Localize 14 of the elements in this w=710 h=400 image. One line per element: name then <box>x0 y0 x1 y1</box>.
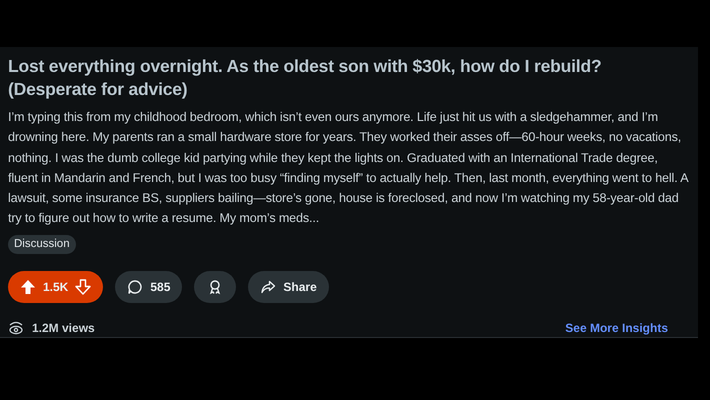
upvote-icon[interactable] <box>20 278 36 295</box>
share-icon <box>260 278 276 295</box>
flair-tag[interactable]: Discussion <box>8 234 76 254</box>
comment-icon <box>127 278 144 295</box>
award-button[interactable] <box>194 270 236 303</box>
post-body: I’m typing this from my childhood bedroom, which isn’t even ours anymore. Life just hit us with a sledgehammer, and I’m drowning here. My parents ran a small hardware store for years. They worked their asses off—60-hour weeks, no vacations, nothing. I was the dumb college kid partying while they kept the lights on. Graduated with an International Trade degree, fluent in Mandarin and French, but I was too busy “finding myself” to actually help. Then, last month, everything went to hell. A lawsuit, some insurance BS, suppliers bailing—store’s gone, house is foreclosed, and now I’m watching my 58-year-old dad try to figure out how to write a resume. My mom’s meds... <box>8 109 690 228</box>
comments-button[interactable]: 585 <box>115 270 182 303</box>
post-title[interactable]: Lost everything overnight. As the oldest son with $30k, how do I rebuild? (Desperate for advice) <box>8 55 690 101</box>
share-button[interactable]: Share <box>248 270 329 303</box>
views-icon <box>8 320 24 335</box>
vote-button[interactable]: 1.5K <box>8 270 104 303</box>
views-count: 1.2M views <box>32 320 95 337</box>
downvote-icon[interactable] <box>75 278 92 295</box>
insights-link[interactable]: See More Insights <box>565 318 668 337</box>
